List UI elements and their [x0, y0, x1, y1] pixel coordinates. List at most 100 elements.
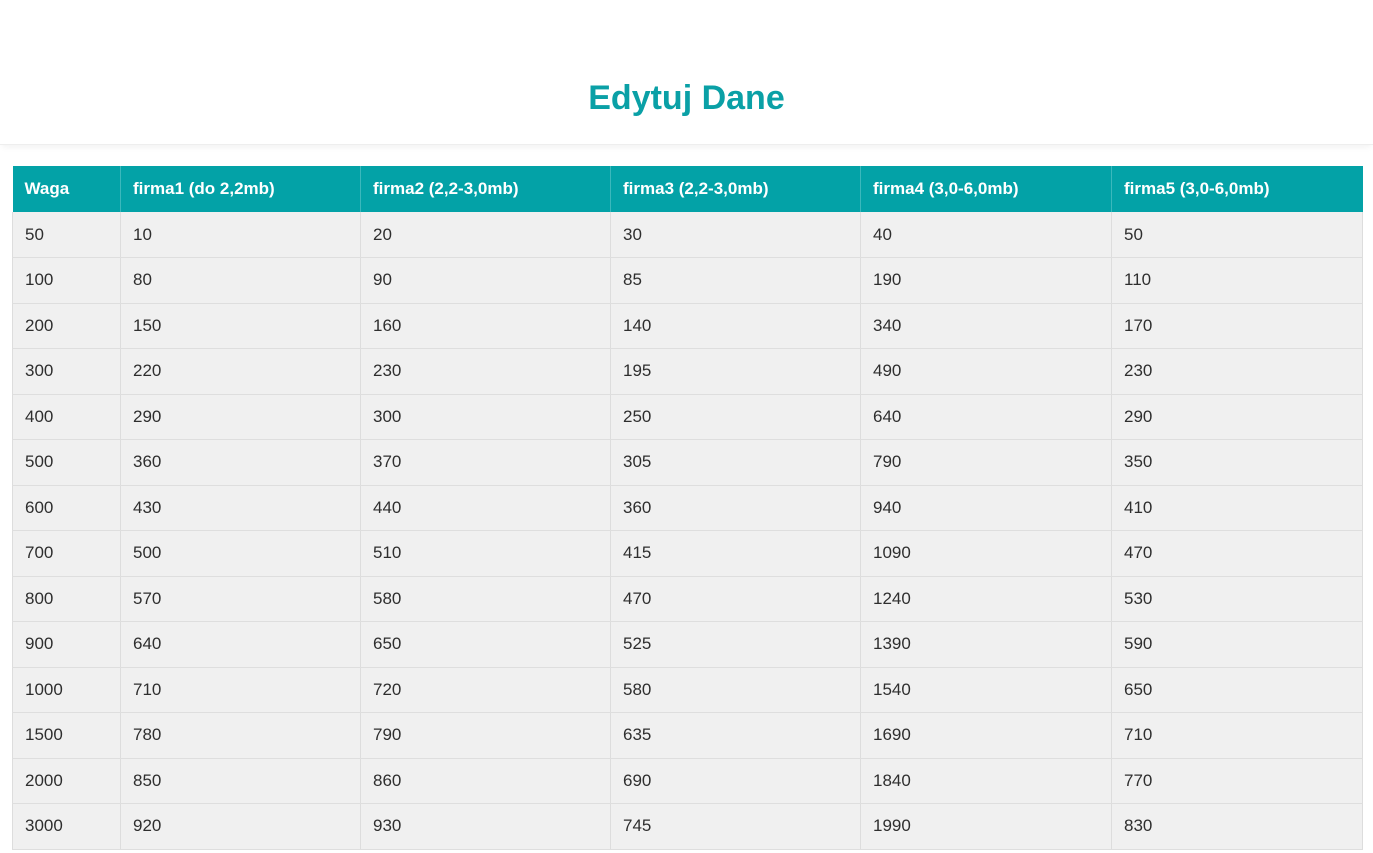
column-header-firma1: firma1 (do 2,2mb) [120, 166, 361, 212]
column-header-firma2: firma2 (2,2-3,0mb) [360, 166, 611, 212]
cell-firma2[interactable]: 510 [360, 530, 611, 577]
cell-firma4[interactable]: 790 [860, 439, 1112, 486]
cell-firma2[interactable]: 580 [360, 576, 611, 622]
cell-firma3[interactable]: 140 [610, 303, 861, 349]
cell-firma3[interactable]: 360 [610, 485, 861, 531]
cell-firma5[interactable]: 710 [1111, 712, 1363, 759]
table-row: 900 640 650 525 1390 590 [12, 621, 1363, 668]
top-bar [0, 0, 1373, 45]
cell-firma5[interactable]: 590 [1111, 621, 1363, 668]
table-row: 300 220 230 195 490 230 [12, 348, 1363, 395]
cell-firma1[interactable]: 430 [120, 485, 361, 531]
cell-waga[interactable]: 200 [12, 303, 121, 349]
table-body: 50 10 20 30 40 50 100 80 90 85 190 110 200 150 160 140 3… [12, 212, 1363, 850]
cell-firma4[interactable]: 640 [860, 394, 1112, 440]
cell-waga[interactable]: 400 [12, 394, 121, 440]
cell-firma5[interactable]: 770 [1111, 758, 1363, 804]
cell-waga[interactable]: 1000 [12, 667, 121, 713]
cell-firma3[interactable]: 470 [610, 576, 861, 622]
cell-firma3[interactable]: 745 [610, 803, 861, 850]
cell-firma3[interactable]: 580 [610, 667, 861, 713]
cell-firma1[interactable]: 570 [120, 576, 361, 622]
cell-firma5[interactable]: 50 [1111, 212, 1363, 258]
cell-waga[interactable]: 900 [12, 621, 121, 668]
cell-firma1[interactable]: 220 [120, 348, 361, 395]
cell-firma5[interactable]: 110 [1111, 257, 1363, 304]
column-header-firma4: firma4 (3,0-6,0mb) [860, 166, 1112, 212]
cell-firma2[interactable]: 230 [360, 348, 611, 395]
cell-firma2[interactable]: 160 [360, 303, 611, 349]
cell-firma1[interactable]: 80 [120, 257, 361, 304]
cell-firma4[interactable]: 940 [860, 485, 1112, 531]
cell-firma3[interactable]: 305 [610, 439, 861, 486]
cell-firma4[interactable]: 490 [860, 348, 1112, 395]
cell-firma2[interactable]: 370 [360, 439, 611, 486]
cell-firma2[interactable]: 790 [360, 712, 611, 759]
cell-firma3[interactable]: 30 [610, 212, 861, 258]
cell-firma5[interactable]: 410 [1111, 485, 1363, 531]
cell-waga[interactable]: 50 [12, 212, 121, 258]
cell-firma1[interactable]: 640 [120, 621, 361, 668]
table-row: 400 290 300 250 640 290 [12, 394, 1363, 440]
cell-waga[interactable]: 300 [12, 348, 121, 395]
column-header-firma3: firma3 (2,2-3,0mb) [610, 166, 861, 212]
table-row: 600 430 440 360 940 410 [12, 485, 1363, 531]
cell-firma2[interactable]: 20 [360, 212, 611, 258]
cell-waga[interactable]: 500 [12, 439, 121, 486]
cell-waga[interactable]: 600 [12, 485, 121, 531]
cell-firma2[interactable]: 930 [360, 803, 611, 850]
cell-firma3[interactable]: 525 [610, 621, 861, 668]
cell-firma4[interactable]: 1390 [860, 621, 1112, 668]
cell-firma2[interactable]: 90 [360, 257, 611, 304]
cell-firma3[interactable]: 195 [610, 348, 861, 395]
cell-firma2[interactable]: 720 [360, 667, 611, 713]
cell-firma4[interactable]: 1990 [860, 803, 1112, 850]
cell-firma2[interactable]: 650 [360, 621, 611, 668]
cell-firma3[interactable]: 690 [610, 758, 861, 804]
cell-firma5[interactable]: 170 [1111, 303, 1363, 349]
cell-firma1[interactable]: 780 [120, 712, 361, 759]
cell-firma2[interactable]: 440 [360, 485, 611, 531]
cell-firma3[interactable]: 250 [610, 394, 861, 440]
cell-firma3[interactable]: 415 [610, 530, 861, 577]
table-row: 50 10 20 30 40 50 [12, 212, 1363, 258]
cell-firma5[interactable]: 290 [1111, 394, 1363, 440]
table-header-row: Waga firma1 (do 2,2mb) firma2 (2,2-3,0mb… [12, 166, 1363, 212]
cell-firma3[interactable]: 85 [610, 257, 861, 304]
cell-firma1[interactable]: 290 [120, 394, 361, 440]
cell-waga[interactable]: 800 [12, 576, 121, 622]
cell-firma1[interactable]: 360 [120, 439, 361, 486]
cell-firma4[interactable]: 340 [860, 303, 1112, 349]
cell-firma4[interactable]: 1540 [860, 667, 1112, 713]
cell-firma1[interactable]: 500 [120, 530, 361, 577]
page-title: Edytuj Dane [588, 79, 785, 117]
cell-firma5[interactable]: 830 [1111, 803, 1363, 850]
cell-firma5[interactable]: 350 [1111, 439, 1363, 486]
cell-waga[interactable]: 700 [12, 530, 121, 577]
cell-firma4[interactable]: 1240 [860, 576, 1112, 622]
cell-firma5[interactable]: 530 [1111, 576, 1363, 622]
cell-firma4[interactable]: 40 [860, 212, 1112, 258]
cell-firma5[interactable]: 650 [1111, 667, 1363, 713]
cell-firma1[interactable]: 150 [120, 303, 361, 349]
cell-firma4[interactable]: 1840 [860, 758, 1112, 804]
cell-firma3[interactable]: 635 [610, 712, 861, 759]
cell-firma5[interactable]: 470 [1111, 530, 1363, 577]
cell-waga[interactable]: 1500 [12, 712, 121, 759]
cell-firma1[interactable]: 920 [120, 803, 361, 850]
cell-firma4[interactable]: 1090 [860, 530, 1112, 577]
column-header-firma5: firma5 (3,0-6,0mb) [1111, 166, 1363, 212]
cell-waga[interactable]: 2000 [12, 758, 121, 804]
cell-firma2[interactable]: 860 [360, 758, 611, 804]
table-row: 200 150 160 140 340 170 [12, 303, 1363, 349]
cell-firma4[interactable]: 190 [860, 257, 1112, 304]
cell-firma1[interactable]: 850 [120, 758, 361, 804]
cell-firma1[interactable]: 10 [120, 212, 361, 258]
cell-firma4[interactable]: 1690 [860, 712, 1112, 759]
cell-waga[interactable]: 100 [12, 257, 121, 304]
cell-firma2[interactable]: 300 [360, 394, 611, 440]
cell-waga[interactable]: 3000 [12, 803, 121, 850]
cell-firma5[interactable]: 230 [1111, 348, 1363, 395]
cell-firma1[interactable]: 710 [120, 667, 361, 713]
table-row: 500 360 370 305 790 350 [12, 439, 1363, 486]
